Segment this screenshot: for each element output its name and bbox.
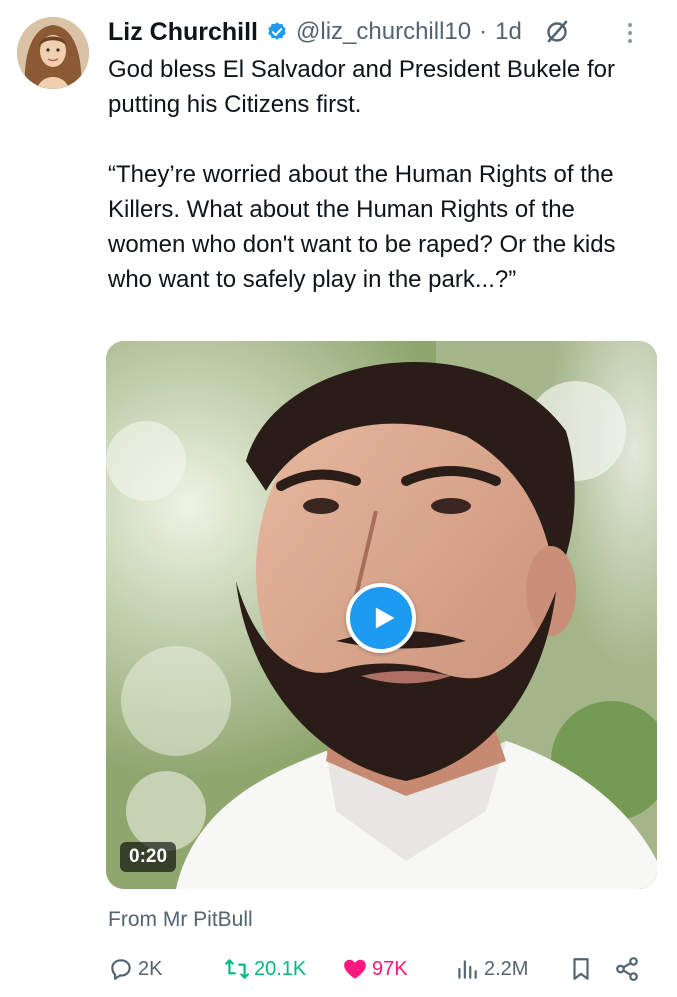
reply-count: 2K xyxy=(138,957,163,980)
like-button[interactable]: 97K xyxy=(342,952,408,986)
tweet-header: Liz Churchill @liz_churchill10 · 1d xyxy=(108,14,657,50)
share-icon xyxy=(616,957,638,981)
views-button[interactable]: 2.2M xyxy=(454,952,528,986)
grok-icon[interactable] xyxy=(544,19,570,45)
bookmark-icon xyxy=(573,958,589,980)
tweet-text: God bless El Salvador and President Buke… xyxy=(108,52,648,297)
play-icon xyxy=(375,607,394,629)
avatar[interactable] xyxy=(17,17,89,89)
views-icon xyxy=(458,960,477,979)
reply-icon xyxy=(111,959,131,980)
separator-dot: · xyxy=(479,18,488,45)
verified-badge-icon xyxy=(268,22,286,40)
timestamp[interactable]: 1d xyxy=(495,18,522,46)
share-button[interactable] xyxy=(614,952,640,986)
bookmark-button[interactable] xyxy=(568,952,594,986)
action-bar: 2K 20.1K 97K 2.2M xyxy=(106,952,656,986)
more-options-icon[interactable] xyxy=(625,20,635,46)
like-count: 97K xyxy=(372,957,408,980)
video-source[interactable]: From Mr PitBull xyxy=(108,908,253,932)
handle[interactable]: @liz_churchill10 xyxy=(296,18,471,46)
reply-button[interactable]: 2K xyxy=(108,952,162,986)
heart-icon xyxy=(344,959,366,979)
repost-icon xyxy=(225,959,249,979)
tweet-text-quote: “They’re worried about the Human Rights … xyxy=(108,161,616,293)
display-name[interactable]: Liz Churchill xyxy=(108,18,258,47)
tweet: Liz Churchill @liz_churchill10 · 1d God … xyxy=(0,0,677,997)
video-duration: 0:20 xyxy=(120,842,177,872)
play-button[interactable] xyxy=(346,583,416,653)
tweet-text-main: God bless El Salvador and President Buke… xyxy=(108,56,615,118)
repost-button[interactable]: 20.1K xyxy=(224,952,306,986)
views-count: 2.2M xyxy=(484,957,529,980)
repost-count: 20.1K xyxy=(254,957,307,980)
